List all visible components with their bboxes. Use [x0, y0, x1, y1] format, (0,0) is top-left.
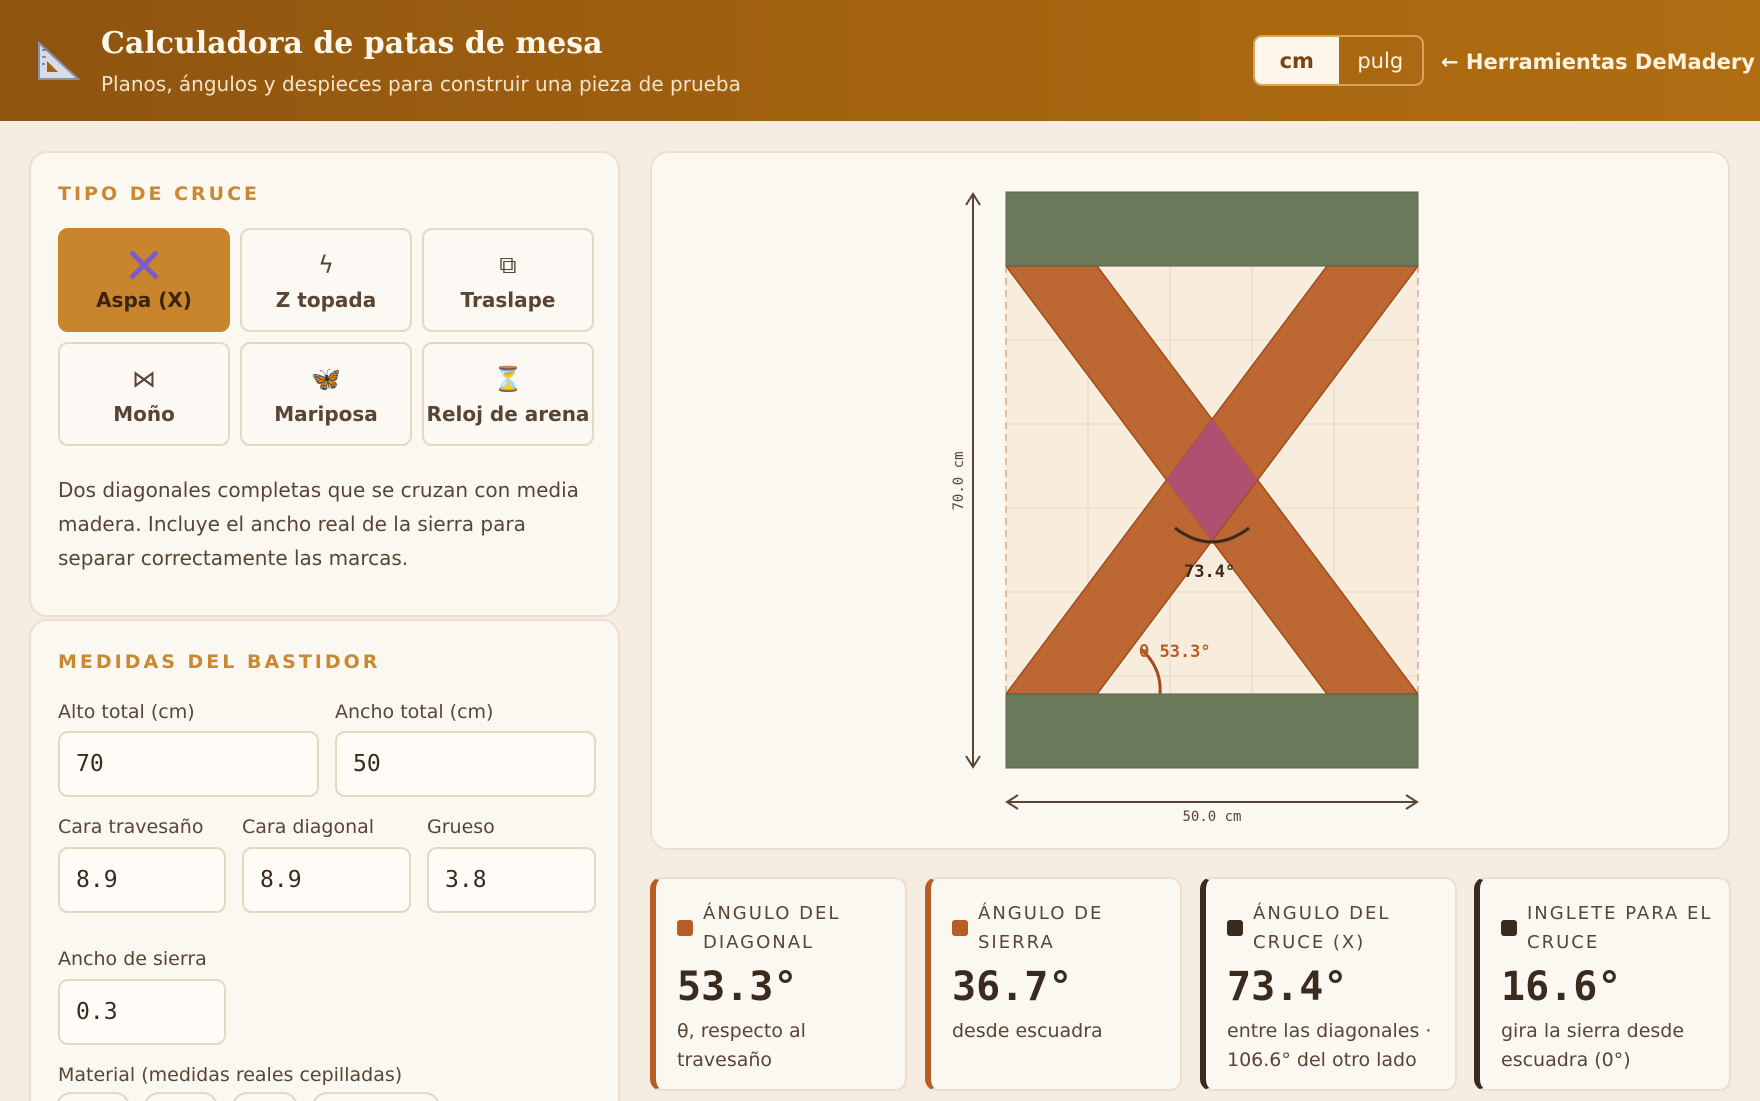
result-card-cross-angle: ÁNGULO DEL CRUCE (X) 73.4° entre las dia…	[1200, 877, 1457, 1091]
saw-kerf-label: Ancho de sierra	[58, 948, 207, 970]
cross-type-description: Dos diagonales completas que se cruzan c…	[58, 478, 579, 570]
rail-face-input[interactable]: 8.9	[58, 847, 226, 913]
rail-face-label: Cara travesaño	[58, 816, 204, 838]
type-mariposa-button[interactable]: 🦋 Mariposa	[240, 342, 412, 446]
result-value: 53.3°	[677, 964, 798, 1010]
page-subtitle: Planos, ángulos y despieces para constru…	[101, 72, 741, 96]
material-option[interactable]	[312, 1092, 440, 1101]
width-dimension-text: 50.0 cm	[1182, 809, 1241, 825]
material-label: Material (medidas reales cepilladas)	[58, 1064, 403, 1086]
result-card-miter: INGLETE PARA EL CRUCE 16.6° gira la sier…	[1474, 877, 1731, 1091]
type-reloj-button[interactable]: ⏳ Reloj de arena	[422, 342, 594, 446]
type-mono-button[interactable]: ⋈ Moño	[58, 342, 230, 446]
set-square-icon	[38, 40, 81, 80]
result-card-saw-angle: ÁNGULO DE SIERRA 36.7° desde escuadra	[925, 877, 1182, 1091]
frame-drawing: 73.4° θ 53.3° 70.0 cm 50.0 cm	[951, 191, 1419, 825]
app-header: Calculadora de patas de mesa Planos, áng…	[0, 0, 1760, 121]
diagonal-face-input[interactable]: 8.9	[242, 847, 411, 913]
height-input[interactable]: 70	[58, 731, 319, 797]
saw-kerf-input[interactable]: 0.3	[58, 979, 226, 1045]
status-square	[1227, 920, 1243, 936]
cross-type-title: TIPO DE CRUCE	[58, 183, 261, 205]
bowtie-icon: ⋈	[132, 365, 156, 393]
width-label: Ancho total (cm)	[335, 701, 494, 723]
x-cross-icon	[127, 248, 161, 282]
bottom-rail	[1005, 693, 1419, 769]
cross-type-panel: TIPO DE CRUCE Aspa (X) ϟ Z topada ⧉ Tras…	[29, 151, 620, 617]
width-dimension	[1005, 794, 1419, 810]
status-square	[677, 920, 693, 936]
height-label: Alto total (cm)	[58, 701, 195, 723]
result-title: ÁNGULO DE SIERRA	[978, 903, 1104, 953]
result-title: INGLETE PARA EL CRUCE	[1527, 903, 1713, 953]
material-option[interactable]	[144, 1092, 218, 1101]
status-square	[952, 920, 968, 936]
unit-inch-button[interactable]: pulg	[1339, 37, 1423, 84]
back-to-tools-link[interactable]: ← Herramientas DeMadery	[1441, 50, 1755, 74]
result-subtitle: entre las diagonales · 106.6° del otro l…	[1227, 1020, 1432, 1071]
type-z-button[interactable]: ϟ Z topada	[240, 228, 412, 332]
unit-cm-button[interactable]: cm	[1255, 37, 1339, 84]
result-card-diagonal-angle: ÁNGULO DEL DIAGONAL 53.3° θ, respecto al…	[650, 877, 907, 1091]
diagonal-face-label: Cara diagonal	[242, 816, 375, 838]
frame-measures-title: MEDIDAS DEL BASTIDOR	[58, 651, 381, 673]
type-aspa-button[interactable]: Aspa (X)	[58, 228, 230, 332]
overlap-squares-icon: ⧉	[499, 251, 517, 279]
result-value: 36.7°	[952, 964, 1073, 1010]
type-traslape-button[interactable]: ⧉ Traslape	[422, 228, 594, 332]
diagonal-angle-text: θ 53.3°	[1139, 642, 1211, 662]
frame-measures-panel: MEDIDAS DEL BASTIDOR Alto total (cm) 70 …	[29, 619, 620, 1101]
unit-toggle: cm pulg	[1253, 35, 1424, 86]
cross-angle-text: 73.4°	[1184, 562, 1235, 582]
result-title: ÁNGULO DEL DIAGONAL	[703, 903, 841, 953]
width-input[interactable]: 50	[335, 731, 596, 797]
height-dimension	[965, 192, 981, 769]
result-value: 16.6°	[1501, 964, 1622, 1010]
material-option[interactable]	[232, 1092, 298, 1101]
result-subtitle: desde escuadra	[952, 1020, 1103, 1042]
result-title: ÁNGULO DEL CRUCE (X)	[1253, 903, 1391, 953]
thickness-label: Grueso	[427, 816, 495, 838]
lightning-z-icon: ϟ	[318, 251, 334, 279]
butterfly-icon: 🦋	[311, 365, 341, 393]
result-subtitle: gira la sierra desde escuadra (0°)	[1501, 1020, 1685, 1071]
page-title: Calculadora de patas de mesa	[101, 26, 603, 61]
material-option[interactable]	[56, 1092, 130, 1101]
height-dimension-text: 70.0 cm	[951, 451, 967, 510]
hourglass-icon: ⏳	[493, 365, 523, 393]
result-subtitle: θ, respecto al travesaño	[677, 1020, 806, 1071]
result-value: 73.4°	[1227, 964, 1348, 1010]
thickness-input[interactable]: 3.8	[427, 847, 596, 913]
top-rail	[1005, 191, 1419, 267]
status-square	[1501, 920, 1517, 936]
